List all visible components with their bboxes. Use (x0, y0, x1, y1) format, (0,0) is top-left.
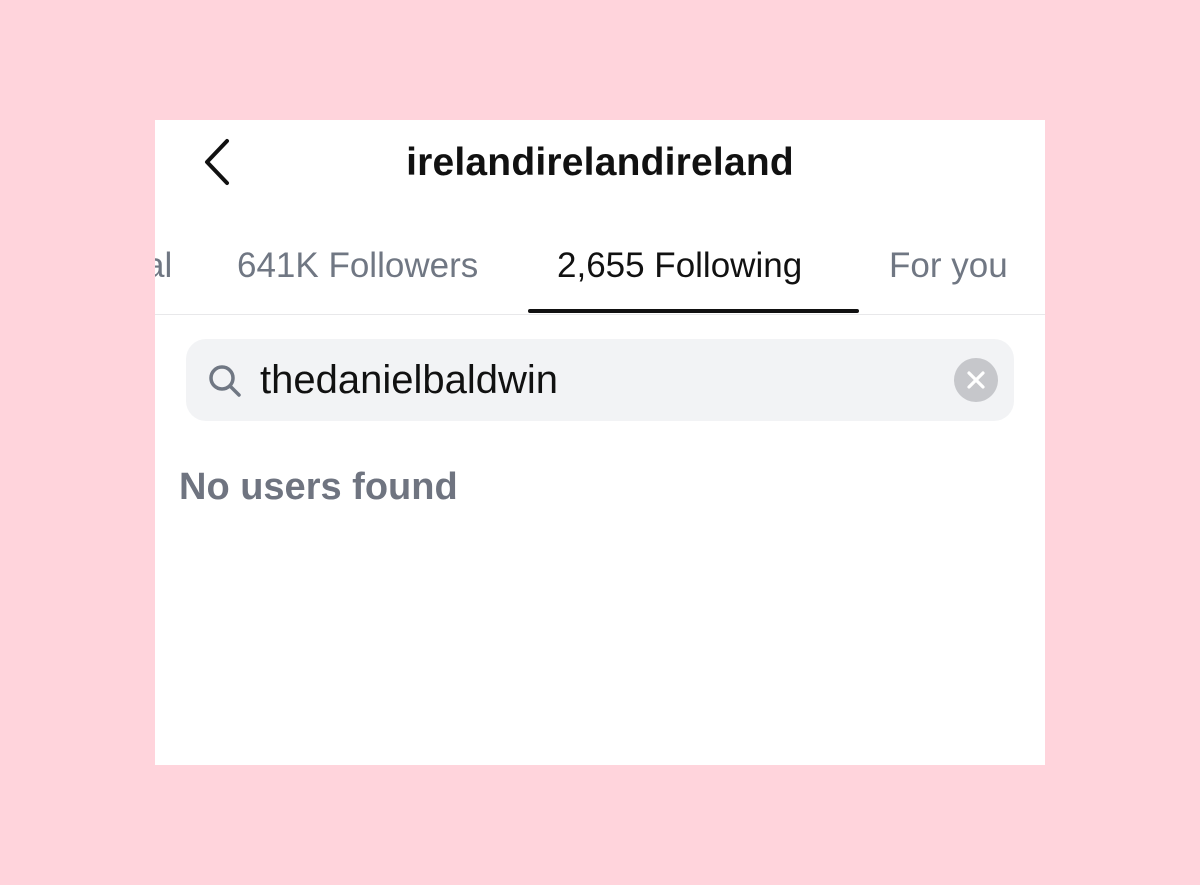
search-input[interactable] (260, 339, 940, 421)
following-panel: irelandirelandireland al 641K Followers … (155, 120, 1045, 765)
tab-following[interactable]: 2,655 Following (557, 238, 802, 314)
header: irelandirelandireland (155, 120, 1045, 210)
clear-search-button[interactable] (954, 358, 998, 402)
search-bar[interactable] (186, 339, 1014, 421)
close-icon (967, 371, 985, 389)
tab-followers[interactable]: 641K Followers (237, 238, 478, 314)
page-title: irelandirelandireland (406, 141, 794, 184)
search-icon (209, 365, 241, 397)
empty-state-message: No users found (179, 466, 458, 508)
tab-bar: al 641K Followers 2,655 Following For yo… (155, 238, 1045, 315)
tab-partial[interactable]: al (155, 238, 172, 314)
tab-for-you[interactable]: For you (889, 238, 1008, 314)
active-tab-indicator (528, 309, 859, 313)
